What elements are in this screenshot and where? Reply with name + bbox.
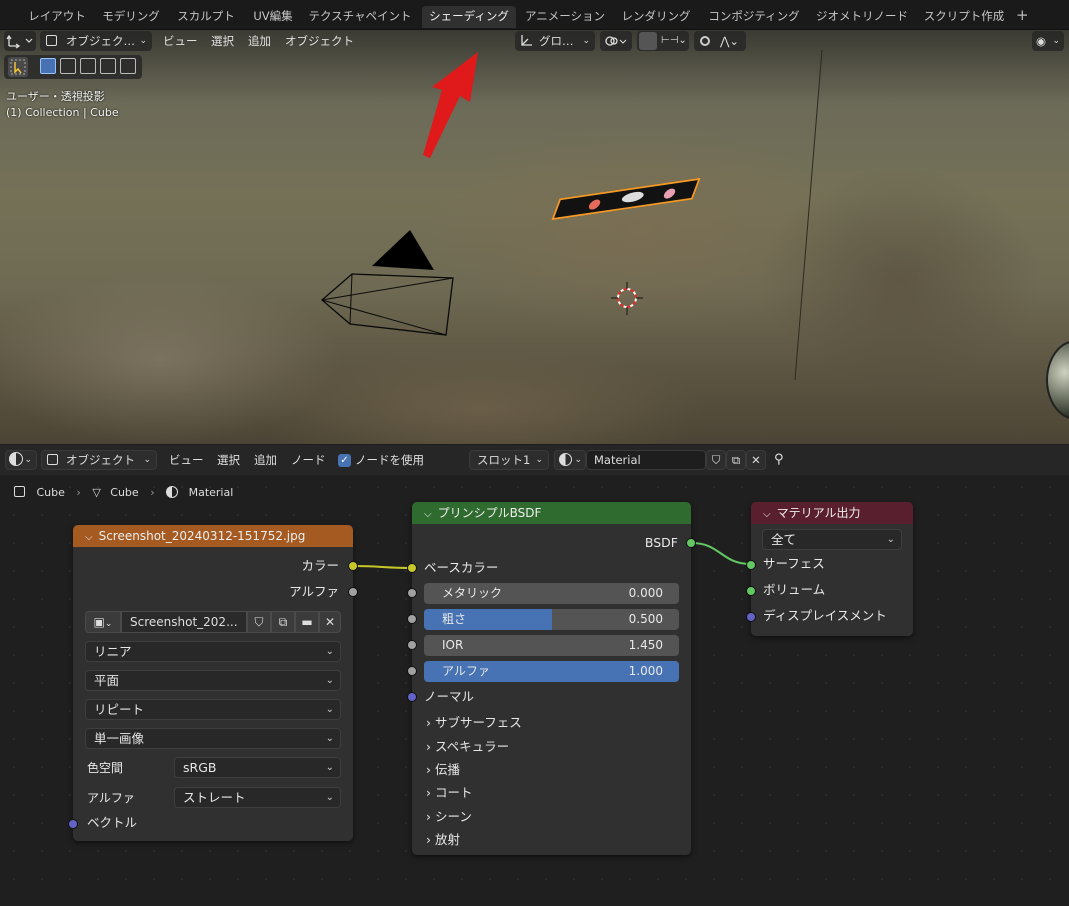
bsdf-node-header[interactable]: ⌵ プリンシプルBSDF (412, 502, 691, 524)
fake-user-shield-icon[interactable]: ⛉ (247, 611, 271, 633)
collapse-chevron-icon[interactable]: ⌵ (424, 509, 432, 520)
socket-vector-in[interactable] (68, 819, 78, 829)
socket-color-out[interactable] (348, 561, 358, 571)
tab-animation[interactable]: アニメーション (520, 6, 610, 28)
image-icon: ▣ (93, 615, 105, 629)
panel-subsurface[interactable]: › サブサーフェス (426, 712, 522, 731)
shader-node-editor[interactable]: ⌄ オブジェクト ⌄ ビュー 選択 追加 ノード ✓ ノードを使用 スロット1 … (0, 445, 1069, 906)
chevron-right-icon: › (426, 785, 431, 800)
metallic-slider[interactable]: メタリック 0.000 (424, 583, 679, 604)
socket-alpha-out[interactable] (348, 587, 358, 597)
input-base-color: ベースカラー (424, 560, 499, 575)
socket-volume-in[interactable] (746, 586, 756, 596)
light-line (794, 49, 823, 381)
tab-uv-editing[interactable]: UV編集 (246, 6, 300, 28)
source-select[interactable]: 単一画像 ⌄ (85, 728, 341, 749)
output-color: カラー (301, 558, 339, 573)
socket-normal-in[interactable] (407, 692, 417, 702)
chevron-right-icon: › (426, 832, 431, 847)
3d-viewport[interactable]: オブジェク… ⌄ ビュー 選択 追加 オブジェクト グロ… ⌄ ⊢⊣⌄ ⋀⌄ ◉… (0, 30, 1069, 444)
input-volume: ボリューム (763, 582, 826, 597)
tab-layout[interactable]: レイアウト (22, 6, 92, 28)
roughness-slider[interactable]: 粗さ 0.500 (424, 609, 679, 630)
input-normal: ノーマル (424, 689, 475, 704)
panel-coat[interactable]: › コート (426, 782, 473, 801)
tab-compositing[interactable]: コンポジティング (702, 6, 806, 28)
panel-emission[interactable]: › 放射 (426, 829, 460, 848)
3d-cursor-icon (611, 282, 643, 315)
interpolation-select[interactable]: リニア ⌄ (85, 641, 341, 662)
tab-scripting[interactable]: スクリプト作成 (918, 6, 1010, 28)
chevron-right-icon: › (426, 739, 431, 754)
socket-surface-in[interactable] (746, 560, 756, 570)
socket-displacement-in[interactable] (746, 612, 756, 622)
socket-ior-in[interactable] (407, 640, 417, 650)
socket-alpha-in[interactable] (407, 666, 417, 676)
chevron-right-icon: › (426, 715, 431, 730)
unlink-image-icon[interactable]: ✕ (319, 611, 341, 633)
panel-transmission[interactable]: › 伝播 (426, 759, 460, 778)
chevron-down-icon: ⌄ (325, 792, 334, 803)
socket-roughness-in[interactable] (407, 614, 417, 624)
input-vector: ベクトル (87, 815, 138, 830)
image-name-field[interactable]: Screenshot_202... (121, 611, 247, 633)
colorspace-select[interactable]: sRGB ⌄ (174, 757, 341, 778)
output-bsdf: BSDF (644, 535, 678, 550)
alpha-slider[interactable]: アルファ 1.000 (424, 661, 679, 682)
chevron-down-icon: ⌄ (325, 762, 334, 773)
output-alpha: アルファ (289, 584, 339, 599)
tab-sculpt[interactable]: スカルプト (170, 6, 242, 28)
input-displacement: ディスプレイスメント (763, 608, 887, 623)
tab-geometry-nodes[interactable]: ジオメトリノード (812, 6, 912, 28)
output-node-header[interactable]: ⌵ マテリアル出力 (751, 502, 913, 524)
add-workspace-icon[interactable]: + (1016, 6, 1029, 24)
socket-bsdf-out[interactable] (686, 538, 696, 548)
socket-basecolor-in[interactable] (407, 563, 417, 573)
chevron-right-icon: › (426, 809, 431, 824)
link-bsdf-to-surface (691, 542, 751, 565)
image-node-header[interactable]: ⌵ Screenshot_20240312-151752.jpg (73, 525, 353, 547)
collapse-chevron-icon[interactable]: ⌵ (85, 532, 93, 543)
workspace-tab-bar: レイアウト モデリング スカルプト UV編集 テクスチャペイント シェーディング… (0, 0, 1069, 30)
panel-specular[interactable]: › スペキュラー (426, 736, 509, 755)
material-output-node[interactable]: ⌵ マテリアル出力 全て ⌄ サーフェス ボリューム ディスプレイスメント (746, 502, 913, 636)
tab-texture-paint[interactable]: テクスチャペイント (304, 6, 416, 28)
chevron-right-icon: › (426, 762, 431, 777)
image-texture-node[interactable]: ⌵ Screenshot_20240312-151752.jpg カラー アルファ… (68, 525, 358, 841)
socket-metallic-in[interactable] (407, 588, 417, 598)
tab-rendering[interactable]: レンダリング (616, 6, 696, 28)
chevron-down-icon: ⌄ (325, 733, 334, 744)
annotation-arrow (423, 52, 478, 158)
ior-slider[interactable]: IOR 1.450 (424, 635, 679, 656)
scene-objects (321, 49, 823, 381)
chevron-down-icon: ⌄ (886, 534, 895, 545)
colorspace-label: 色空間 (87, 761, 124, 775)
collapse-chevron-icon[interactable]: ⌵ (763, 509, 771, 520)
principled-bsdf-node[interactable]: ⌵ プリンシプルBSDF BSDF ベースカラー メタリック 0.000 粗さ 0… (407, 502, 696, 855)
camera-icon (321, 230, 454, 336)
alpha-mode-select[interactable]: ストレート ⌄ (174, 787, 341, 808)
input-surface: サーフェス (763, 556, 825, 571)
link-color-to-basecolor (353, 565, 412, 569)
tab-shading[interactable]: シェーディング (422, 6, 516, 28)
chevron-down-icon: ⌄ (325, 646, 334, 657)
chevron-down-icon: ⌄ (325, 675, 334, 686)
duplicate-image-icon[interactable]: ⧉ (271, 611, 295, 633)
open-image-folder-icon[interactable]: ▬ (295, 611, 319, 633)
render-target-select[interactable]: 全て ⌄ (762, 529, 902, 550)
alpha-mode-label: アルファ (87, 791, 135, 805)
tab-modeling[interactable]: モデリング (96, 6, 166, 28)
image-browse-button[interactable]: ▣⌄ (85, 611, 121, 633)
chevron-down-icon: ⌄ (325, 704, 334, 715)
panel-sheen[interactable]: › シーン (426, 806, 472, 825)
extension-select[interactable]: リピート ⌄ (85, 699, 341, 720)
projection-select[interactable]: 平面 ⌄ (85, 670, 341, 691)
